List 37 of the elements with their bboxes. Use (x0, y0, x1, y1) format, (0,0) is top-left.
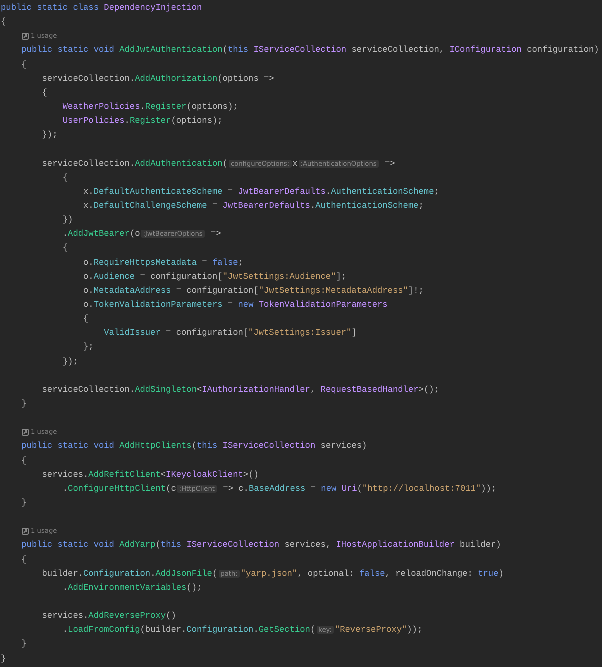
code-line: public static void AddJwtAuthentication(this IServiceCollection serviceCollection, IConfiguration configuration) (20, 45, 600, 56)
code-line: { (20, 60, 27, 70)
code-line: { (41, 88, 48, 98)
code-line: UserPolicies.Register(options); (62, 116, 223, 126)
code-line: WeatherPolicies.Register(options); (62, 102, 238, 112)
code-line: services.AddRefitClient<IKeycloakClient>() (41, 470, 259, 480)
code-line: public static class DependencyInjection (1, 3, 202, 14)
code-line: public static void AddYarp(this IServiceCollection services, IHostApplicationBuilder builder) (20, 540, 502, 550)
code-line: services.AddReverseProxy() (41, 611, 176, 622)
code-line: o.RequireHttpsMetadata = false; (82, 258, 244, 268)
code-line: { (62, 243, 68, 254)
code-line: }); (62, 356, 78, 367)
code-line: } (1, 654, 6, 664)
code-line: { (82, 314, 89, 324)
code-line: serviceCollection.AddSingleton<IAuthorizationHandler, RequestBasedHandler>(); (41, 384, 440, 395)
code-line: public static void AddHttpClients(this IServiceCollection services) (20, 441, 368, 452)
code-line: x.DefaultChallengeScheme = JwtBearerDefaults.AuthenticationScheme; (82, 201, 424, 212)
code-line: { (20, 456, 27, 466)
usage-icon (22, 32, 29, 40)
code-line: } (20, 639, 27, 650)
code-line: } (20, 498, 27, 508)
code-line: serviceCollection.AddAuthorization(options => (41, 74, 274, 84)
code-line: { (62, 172, 68, 183)
code-line: .AddEnvironmentVariables(); (62, 582, 202, 593)
code-line: ValidIssuer = configuration["JwtSettings:Issuer"] (103, 328, 357, 338)
code-line: { (20, 554, 27, 565)
code-line: }; (82, 342, 94, 352)
code-line: }); (41, 130, 58, 140)
usage-icon (22, 428, 29, 436)
code-line: { (1, 17, 6, 28)
code-line: o.TokenValidationParameters = new TokenValidationParameters (82, 300, 388, 310)
usage-icon (22, 528, 29, 535)
code-line: } (20, 399, 27, 409)
code-line: o.MetadataAddress = configuration["JwtSettings:MetadataAddress"]!; (82, 286, 424, 296)
code-line: x.DefaultAuthenticateScheme = JwtBearerDefaults.AuthenticationScheme; (82, 186, 440, 197)
code-line: }) (62, 215, 74, 226)
code-line: o.Audience = configuration["JwtSettings:Audience"]; (82, 272, 347, 282)
